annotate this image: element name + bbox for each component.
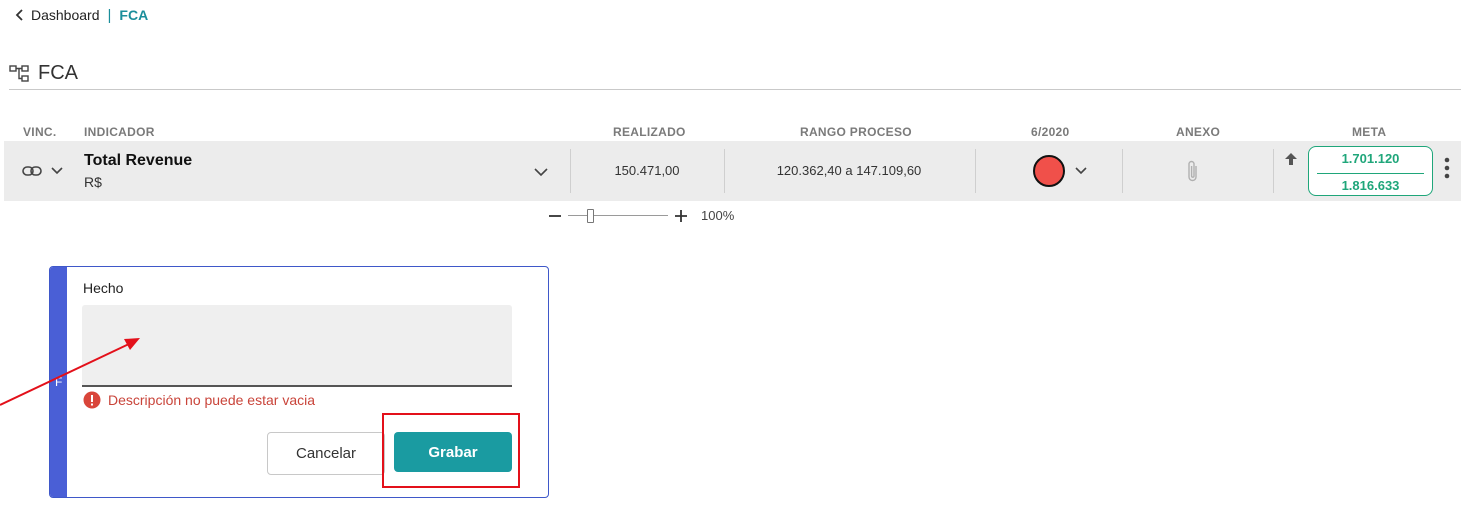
validation-error: Descripción no puede estar vacia (83, 391, 315, 409)
chevron-left-icon[interactable] (12, 7, 28, 23)
arrow-up-icon (1283, 151, 1299, 172)
indicator-row[interactable]: Total Revenue R$ 150.471,00 120.362,40 a… (4, 141, 1461, 201)
header-rango-proceso: RANGO PROCESO (800, 125, 912, 139)
page-title: FCA (38, 62, 78, 84)
hecho-textarea[interactable] (82, 305, 512, 387)
error-icon (83, 391, 101, 409)
vinc-chevron-down-icon[interactable] (50, 163, 64, 182)
header-anexo: ANEXO (1176, 125, 1221, 139)
hecho-label: Hecho (83, 280, 124, 296)
zoom-in-icon[interactable] (674, 209, 688, 228)
realizado-value: 150.471,00 (614, 163, 680, 178)
breadcrumb-current: FCA (119, 7, 149, 23)
rango-proceso-value: 120.362,40 a 147.109,60 (776, 163, 922, 178)
link-icon[interactable] (22, 161, 42, 186)
header-indicador: INDICADOR (84, 125, 155, 139)
indicator-name[interactable]: Total Revenue (84, 152, 192, 170)
meta-box[interactable]: 1.701.120 1.816.633 (1308, 146, 1433, 196)
header-realizado: REALIZADO (613, 125, 686, 139)
meta-divider (1317, 173, 1424, 174)
error-message: Descripción no puede estar vacia (108, 392, 316, 408)
header-meta: META (1352, 125, 1387, 139)
title-divider (9, 89, 1461, 90)
highlight-box (382, 413, 520, 488)
indicator-chevron-down-icon[interactable] (533, 165, 549, 184)
header-vinc: VINC. (23, 125, 57, 139)
header-period: 6/2020 (1031, 125, 1070, 139)
zoom-slider-thumb[interactable] (587, 209, 594, 223)
more-options-icon[interactable] (1444, 157, 1450, 184)
zoom-level: 100% (701, 208, 735, 223)
breadcrumb-separator: | (107, 6, 112, 24)
hierarchy-icon (9, 64, 31, 83)
status-indicator[interactable] (1033, 155, 1065, 187)
meta-top-value: 1.701.120 (1341, 151, 1400, 166)
column-divider (975, 149, 976, 193)
breadcrumb-dashboard-link[interactable]: Dashboard (31, 7, 100, 23)
breadcrumb: Dashboard | FCA (12, 6, 148, 24)
indicator-unit: R$ (84, 174, 102, 190)
zoom-out-icon[interactable] (548, 209, 562, 228)
page-header: FCA (9, 62, 78, 85)
panel-strip-letter: F (55, 375, 63, 389)
cancel-button[interactable]: Cancelar (267, 432, 385, 475)
column-divider (1273, 149, 1274, 193)
status-chevron-down-icon[interactable] (1074, 164, 1088, 183)
zoom-slider-track[interactable] (568, 215, 668, 216)
meta-bottom-value: 1.816.633 (1341, 178, 1400, 193)
paperclip-icon[interactable] (1186, 158, 1200, 189)
column-divider (1122, 149, 1123, 193)
zoom-control: 100% (546, 207, 746, 225)
